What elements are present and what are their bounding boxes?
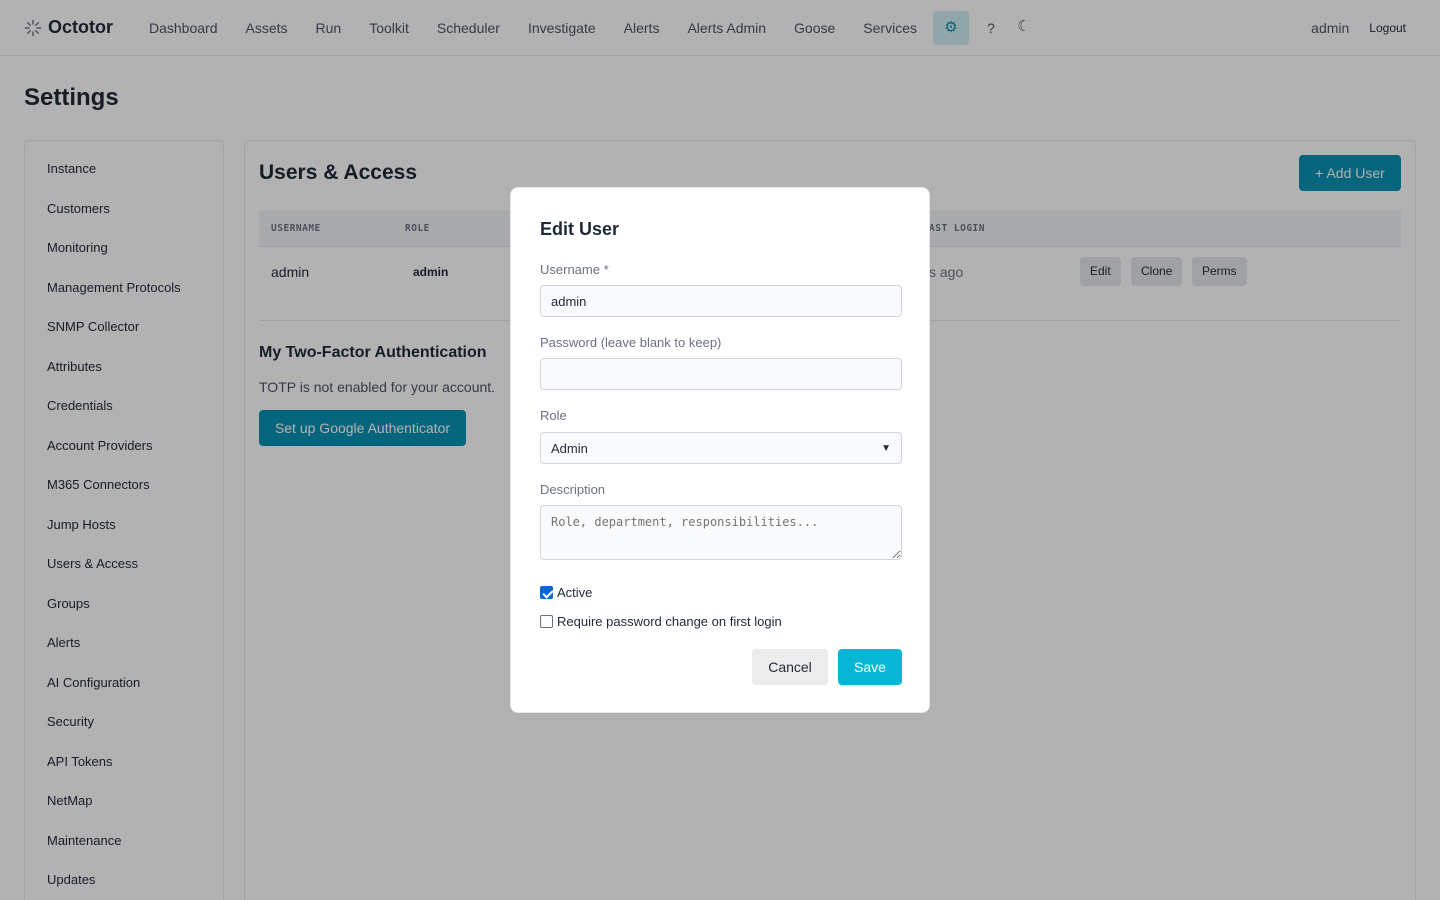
- edit-user-dialog: Edit User Username * Password (leave bla…: [510, 187, 930, 713]
- active-label: Active: [557, 585, 593, 600]
- description-textarea[interactable]: [540, 505, 902, 560]
- active-checkbox-row[interactable]: Active: [540, 585, 592, 600]
- cancel-button[interactable]: Cancel: [752, 649, 828, 685]
- require-password-change-label: Require password change on first login: [557, 614, 782, 629]
- chevron-down-icon: ▼: [881, 442, 891, 454]
- require-password-change-row[interactable]: Require password change on first login: [540, 614, 782, 629]
- description-label: Description: [540, 482, 606, 497]
- role-select-value: Admin: [551, 440, 588, 456]
- active-checkbox[interactable]: [540, 586, 553, 599]
- username-input[interactable]: [540, 285, 902, 317]
- require-password-change-checkbox[interactable]: [540, 615, 553, 628]
- dialog-title: Edit User: [540, 219, 620, 239]
- password-label: Password (leave blank to keep): [540, 335, 722, 350]
- role-label: Role: [540, 408, 567, 423]
- role-select[interactable]: Admin ▼: [540, 432, 902, 464]
- username-label: Username *: [540, 262, 609, 277]
- password-input[interactable]: [540, 358, 902, 390]
- save-button[interactable]: Save: [838, 649, 902, 685]
